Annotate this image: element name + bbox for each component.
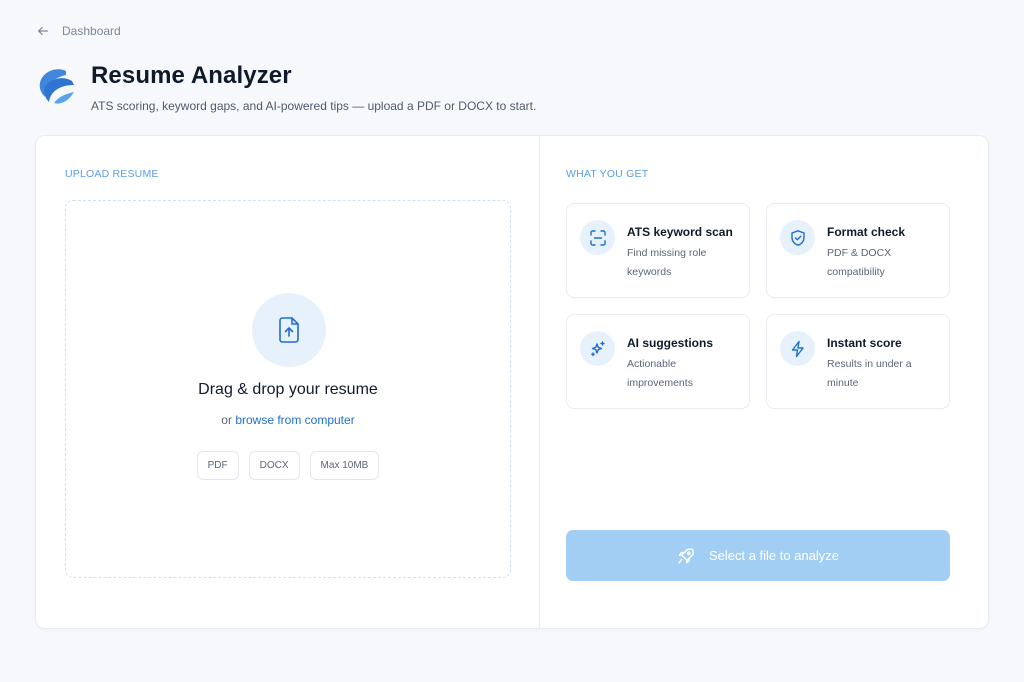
- dropzone-subtext: or browse from computer: [66, 413, 510, 427]
- feature-card-instant-score: Instant score Results in under a minute: [766, 314, 950, 409]
- feature-title: Format check: [827, 225, 906, 239]
- shield-check-icon: [790, 229, 805, 246]
- page-subtitle: ATS scoring, keyword gaps, and AI-powere…: [91, 99, 537, 113]
- feature-title: ATS keyword scan: [627, 225, 733, 239]
- feature-description: Actionable improvements: [627, 358, 693, 389]
- chip-max-size: Max 10MB: [309, 451, 380, 480]
- scan-icon: [589, 229, 606, 246]
- dropzone-title: Drag & drop your resume: [198, 381, 378, 398]
- back-to-dashboard-link[interactable]: Dashboard: [36, 24, 121, 38]
- chip-docx: DOCX: [248, 451, 300, 480]
- analyzer-card: UPLOAD RESUME Drag & drop your resume or…: [35, 135, 989, 629]
- feature-card-ai-suggestions: AI suggestions Actionable improvements: [566, 314, 750, 409]
- lightning-icon: [791, 340, 804, 357]
- feature-title: Instant score: [827, 336, 902, 350]
- rocket-icon: [678, 547, 694, 564]
- feature-description: PDF & DOCX compatibility: [827, 247, 892, 278]
- file-type-chips: PDF DOCX Max 10MB: [66, 451, 510, 480]
- upload-section-label: UPLOAD RESUME: [65, 168, 159, 180]
- app-logo: [39, 69, 74, 104]
- back-label: Dashboard: [62, 24, 121, 38]
- card-divider: [539, 136, 540, 628]
- sparkles-icon: [590, 340, 605, 356]
- dropzone-or-text: or: [221, 413, 232, 427]
- resume-dropzone[interactable]: Drag & drop your resume or browse from c…: [65, 200, 511, 578]
- page-title: Resume Analyzer: [91, 62, 292, 89]
- browse-computer-link[interactable]: browse from computer: [235, 413, 354, 427]
- feature-card-ats-keyword-scan: ATS keyword scan Find missing role keywo…: [566, 203, 750, 298]
- feature-description: Results in under a minute: [827, 358, 912, 389]
- upload-icon-badge: [252, 293, 326, 367]
- analyze-button-label: Select a file to analyze: [708, 548, 840, 563]
- file-upload-icon: [279, 317, 299, 343]
- feature-card-format-check: Format check PDF & DOCX compatibility: [766, 203, 950, 298]
- analyze-button[interactable]: Select a file to analyze: [566, 530, 950, 581]
- feature-title: AI suggestions: [627, 336, 714, 350]
- chip-pdf: PDF: [196, 451, 239, 480]
- feature-description: Find missing role keywords: [627, 247, 707, 278]
- arrow-left-icon: [38, 26, 48, 36]
- features-section-label: WHAT YOU GET: [566, 168, 649, 180]
